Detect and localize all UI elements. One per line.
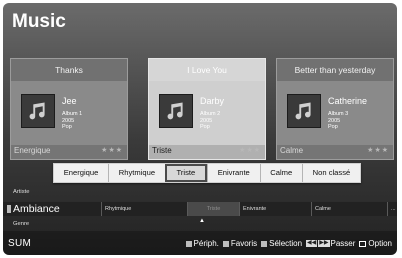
skip-back-icon: ◀◀ [306, 240, 318, 247]
hint-selection[interactable]: Sélection [261, 239, 302, 248]
mood-option-calme[interactable]: Calme [259, 164, 302, 182]
song-card-thanks[interactable]: Thanks Jee Album 1 2005 Pop Energique ★★… [10, 58, 128, 160]
button-hints: Périph. Favoris Sélection ◀◀ ▶▶ Passer O… [182, 239, 392, 248]
skip-forward-icon: ▶▶ [318, 240, 330, 247]
gray-square-icon [185, 240, 192, 247]
mood-option-energique[interactable]: Energique [54, 164, 108, 182]
up-arrow-icon: ▲ [199, 218, 205, 224]
song-meta: Album 1 2005 Pop [62, 111, 83, 130]
status-bar: SUM Périph. Favoris Sélection ◀◀ ▶▶ Pass… [3, 231, 397, 255]
music-note-icon [21, 94, 55, 128]
category-genre[interactable]: Genre [13, 221, 29, 227]
artist-name: Darby [200, 96, 225, 106]
mood-label: Calme [280, 146, 304, 155]
card-footer: Triste ★★★ [149, 145, 265, 159]
artist-name: Catherine [328, 96, 368, 106]
rating-stars: ★★★ [239, 147, 261, 154]
song-meta: Album 2 2005 Pop [200, 111, 221, 130]
music-note-icon [159, 94, 193, 128]
filter-row: Rhytmique Triste Enivrante Calme ... [101, 202, 397, 216]
song-title: Thanks [11, 59, 127, 81]
music-screen: Music Thanks Jee Album 1 2005 Pop Energi… [3, 3, 397, 255]
gray-square-icon [261, 240, 268, 247]
music-note-icon [287, 94, 321, 128]
mood-option-non-classe[interactable]: Non classé [301, 164, 360, 182]
category-bar: Ambiance Rhytmique Triste Enivrante Calm… [3, 202, 397, 216]
brand-logo: SUM [8, 238, 32, 249]
mood-label: Triste [152, 146, 172, 155]
song-card-i-love-you[interactable]: I Love You Darby Album 2 2005 Pop Triste… [148, 58, 266, 160]
song-title: Better than yesterday [277, 59, 393, 81]
hint-option[interactable]: Option [359, 239, 392, 248]
gray-square-icon [222, 240, 229, 247]
rating-stars: ★★★ [101, 147, 123, 154]
option-icon [359, 240, 367, 247]
artist-name: Jee [62, 96, 77, 106]
card-footer: Energique ★★★ [11, 145, 127, 159]
hint-peripheral[interactable]: Périph. [185, 239, 219, 248]
hint-skip[interactable]: ◀◀ ▶▶ Passer [306, 239, 355, 248]
filter-calme[interactable]: Calme [311, 202, 387, 216]
focus-marker [7, 205, 11, 213]
hint-favorites[interactable]: Favoris [222, 239, 257, 248]
category-artiste[interactable]: Artiste [13, 189, 29, 195]
card-footer: Calme ★★★ [277, 145, 393, 159]
filter-enivrante[interactable]: Enivrante [239, 202, 311, 216]
rating-stars: ★★★ [367, 147, 389, 154]
song-title: I Love You [149, 59, 265, 81]
mood-option-rhytmique[interactable]: Rhytmique [108, 164, 165, 182]
mood-menu: Energique Rhytmique Triste Enivrante Cal… [53, 163, 361, 183]
filter-more[interactable]: ... [387, 202, 397, 216]
song-meta: Album 3 2005 Pop [328, 111, 349, 130]
page-title: Music [12, 11, 66, 32]
mood-label: Energique [14, 146, 51, 155]
song-card-better-than-yesterday[interactable]: Better than yesterday Catherine Album 3 … [276, 58, 394, 160]
mood-option-triste[interactable]: Triste [164, 164, 207, 182]
category-ambiance[interactable]: Ambiance [13, 202, 60, 216]
filter-rhytmique[interactable]: Rhytmique [101, 202, 187, 216]
mood-option-enivrante[interactable]: Enivrante [206, 164, 260, 182]
filter-triste[interactable]: Triste [187, 202, 239, 216]
